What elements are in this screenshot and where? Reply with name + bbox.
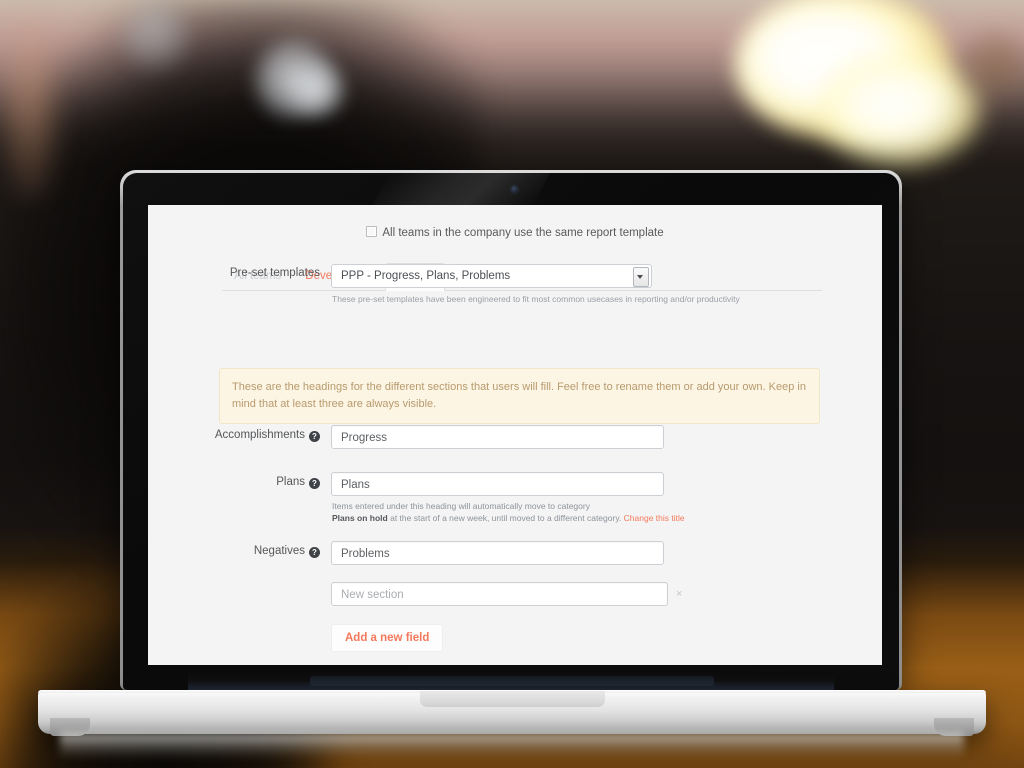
negatives-input[interactable]: Problems [331,541,664,565]
laptop-hinge-notch [310,676,714,686]
preset-templates-value: PPP - Progress, Plans, Problems [341,270,511,282]
plans-note-line1: Items entered under this heading will au… [332,501,590,511]
accomplishments-input[interactable]: Progress [331,425,664,449]
add-new-field-button[interactable]: Add a new field [331,624,444,652]
sections-notice: These are the headings for the different… [219,368,820,424]
negatives-label: Negatives [253,545,305,557]
plans-input[interactable]: Plans [331,472,664,496]
accomplishments-label-row: Accomplishments? [148,429,320,442]
plans-label: Plans [276,476,305,488]
laptop-screen: All teams in the company use the same re… [148,205,882,665]
laptop-device: All teams in the company use the same re… [0,0,1024,768]
global-template-option-row[interactable]: All teams in the company use the same re… [148,226,882,239]
question-mark-icon[interactable]: ? [309,431,320,442]
plans-note-category: Plans on hold [332,512,388,523]
camera-icon [511,186,518,193]
global-template-option-label: All teams in the company use the same re… [382,227,664,239]
new-section-input[interactable]: New section [331,582,668,606]
preset-templates-select[interactable]: PPP - Progress, Plans, Problems [331,264,652,288]
preset-templates-label: Pre-set templates [229,267,320,279]
change-title-link[interactable]: Change this title [624,513,685,523]
app-page: All teams in the company use the same re… [148,205,882,665]
plans-label-row: Plans? [148,476,320,489]
negatives-label-row: Negatives? [148,545,320,558]
chevron-down-icon[interactable] [633,267,649,287]
preset-templates-hint: These pre-set templates have been engine… [332,294,740,304]
plans-note-line2: at the start of a new week, until moved … [387,512,624,523]
close-icon[interactable]: × [676,582,682,606]
question-mark-icon[interactable]: ? [309,478,320,489]
accomplishments-label: Accomplishments [214,429,305,441]
checkbox-icon[interactable] [366,226,378,237]
laptop-base-reflection [60,733,964,759]
laptop-base-lip [420,691,605,707]
question-mark-icon[interactable]: ? [309,547,320,558]
plans-note: Items entered under this heading will au… [332,501,802,524]
